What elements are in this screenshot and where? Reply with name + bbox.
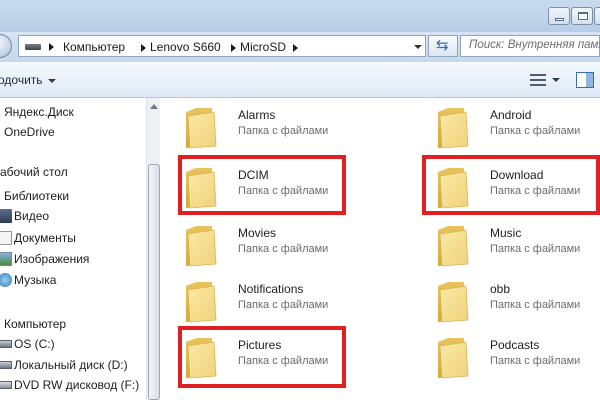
highlight-box-pictures xyxy=(178,326,346,388)
folder-type: Папка с файлами xyxy=(490,125,581,137)
nav-item-label: абочий стол xyxy=(0,165,68,179)
folder-type: Папка с файлами xyxy=(490,299,581,311)
views-button[interactable] xyxy=(528,70,562,90)
drive-icon xyxy=(0,340,12,348)
folder-icon xyxy=(186,226,217,267)
breadcrumb-separator[interactable] xyxy=(49,43,54,51)
highlight-box-download xyxy=(422,155,600,215)
folder-icon xyxy=(186,108,217,149)
video-icon xyxy=(0,209,12,223)
nav-item-yandex-disk[interactable]: Яндекс.Диск xyxy=(0,102,148,122)
maximize-icon xyxy=(578,12,588,20)
nav-item-label: Локальный диск (D:) xyxy=(14,358,128,372)
highlight-box-dcim xyxy=(178,155,346,215)
minimize-button[interactable] xyxy=(548,7,570,25)
organize-button[interactable]: одочить xyxy=(0,72,43,88)
command-toolbar: одочить xyxy=(0,62,600,98)
folder-type: Папка с файлами xyxy=(238,243,329,255)
folder-type: Папка с файлами xyxy=(238,125,329,137)
chevron-down-icon[interactable] xyxy=(411,42,425,52)
close-button[interactable] xyxy=(594,7,600,25)
nav-item-video[interactable]: Видео xyxy=(0,206,148,226)
nav-item-label: OS (C:) xyxy=(14,337,55,351)
folder-icon xyxy=(438,338,469,379)
folder-name: Music xyxy=(490,226,522,240)
nav-item-label: Музыка xyxy=(14,273,57,287)
chevron-down-icon xyxy=(552,78,560,82)
nav-item-drive-c[interactable]: OS (C:) xyxy=(0,334,148,354)
folder-name: Podcasts xyxy=(490,338,540,352)
folder-alarms[interactable]: Alarms Папка с файлами xyxy=(160,100,360,156)
folder-music[interactable]: Music Папка с файлами xyxy=(412,218,600,274)
nav-item-desktop[interactable]: абочий стол xyxy=(0,162,148,182)
music-icon xyxy=(0,273,12,287)
breadcrumb-computer[interactable]: Компьютер xyxy=(63,39,125,55)
folder-type: Папка с файлами xyxy=(490,355,581,367)
address-bar[interactable]: Компьютер Lenovo S660 MicroSD xyxy=(18,35,426,57)
nav-item-label: Документы xyxy=(14,231,76,245)
folder-name: obb xyxy=(490,282,511,296)
drive-icon xyxy=(25,44,41,50)
nav-item-libraries[interactable]: Библиотеки xyxy=(0,186,148,206)
folder-obb[interactable]: obb Папка с файлами xyxy=(412,274,600,330)
folder-android[interactable]: Android Папка с файлами xyxy=(412,100,600,156)
forward-button[interactable] xyxy=(0,34,12,58)
nav-item-computer[interactable]: Компьютер xyxy=(0,314,148,334)
nav-item-pictures[interactable]: Изображения xyxy=(0,249,148,269)
nav-item-documents[interactable]: Документы xyxy=(0,228,148,248)
folder-name: Notifications xyxy=(238,282,304,296)
search-input[interactable]: Поиск: Внутренняя памя xyxy=(460,35,600,57)
nav-item-label: DVD RW дисковод (F:) xyxy=(14,378,140,392)
dvd-drive-icon xyxy=(0,381,12,389)
breadcrumb-separator[interactable] xyxy=(293,44,298,52)
nav-scrollbar[interactable] xyxy=(146,98,160,400)
folder-icon xyxy=(186,282,217,323)
nav-item-label: Изображения xyxy=(14,252,90,266)
view-options-icon xyxy=(530,72,546,88)
navigation-pane: Яндекс.Диск OneDrive абочий стол Библиот… xyxy=(0,98,160,400)
nav-item-label: Яндекс.Диск xyxy=(4,105,74,119)
nav-item-label: Компьютер xyxy=(4,317,67,331)
nav-item-label: Видео xyxy=(14,209,50,223)
folder-view: Alarms Папка с файлами Android Папка с ф… xyxy=(160,98,600,400)
maximize-button[interactable] xyxy=(571,7,593,25)
nav-item-drive-d[interactable]: Локальный диск (D:) xyxy=(0,355,148,375)
drive-icon xyxy=(0,361,12,369)
folder-icon xyxy=(438,226,469,267)
folder-name: Android xyxy=(490,108,532,122)
breadcrumb-microsd[interactable]: MicroSD xyxy=(240,39,286,55)
folder-name: Movies xyxy=(238,226,277,240)
folder-icon xyxy=(438,282,469,323)
nav-item-dvd-drive[interactable]: DVD RW дисковод (F:) xyxy=(0,375,148,395)
refresh-icon: ⇆ xyxy=(436,37,449,54)
documents-icon xyxy=(0,231,12,245)
refresh-button[interactable]: ⇆ xyxy=(428,35,458,57)
folder-type: Папка с файлами xyxy=(490,243,581,255)
nav-item-music[interactable]: Музыка xyxy=(0,270,148,290)
nav-item-label: OneDrive xyxy=(4,125,55,139)
folder-icon xyxy=(438,108,469,149)
folder-podcasts[interactable]: Podcasts Папка с файлами xyxy=(412,330,600,386)
breadcrumb-separator[interactable] xyxy=(231,44,236,52)
scroll-thumb[interactable] xyxy=(148,164,160,400)
preview-pane-icon xyxy=(586,73,593,87)
scroll-up-arrow[interactable] xyxy=(148,100,160,114)
chevron-down-icon[interactable] xyxy=(48,79,56,83)
folder-notifications[interactable]: Notifications Папка с файлами xyxy=(160,274,360,330)
search-placeholder: Поиск: Внутренняя памя xyxy=(469,39,600,51)
minimize-icon xyxy=(555,18,564,21)
window-titlebar xyxy=(0,0,600,32)
breadcrumb-separator[interactable] xyxy=(141,44,146,52)
folder-type: Папка с файлами xyxy=(238,299,329,311)
pictures-icon xyxy=(0,252,12,266)
folder-movies[interactable]: Movies Папка с файлами xyxy=(160,218,360,274)
address-row: Компьютер Lenovo S660 MicroSD ⇆ Поиск: В… xyxy=(0,32,600,62)
nav-item-onedrive[interactable]: OneDrive xyxy=(0,122,148,142)
preview-pane-button[interactable] xyxy=(576,72,594,88)
breadcrumb-device[interactable]: Lenovo S660 xyxy=(150,39,221,55)
nav-item-label: Библиотеки xyxy=(4,189,70,203)
folder-name: Alarms xyxy=(238,108,276,122)
